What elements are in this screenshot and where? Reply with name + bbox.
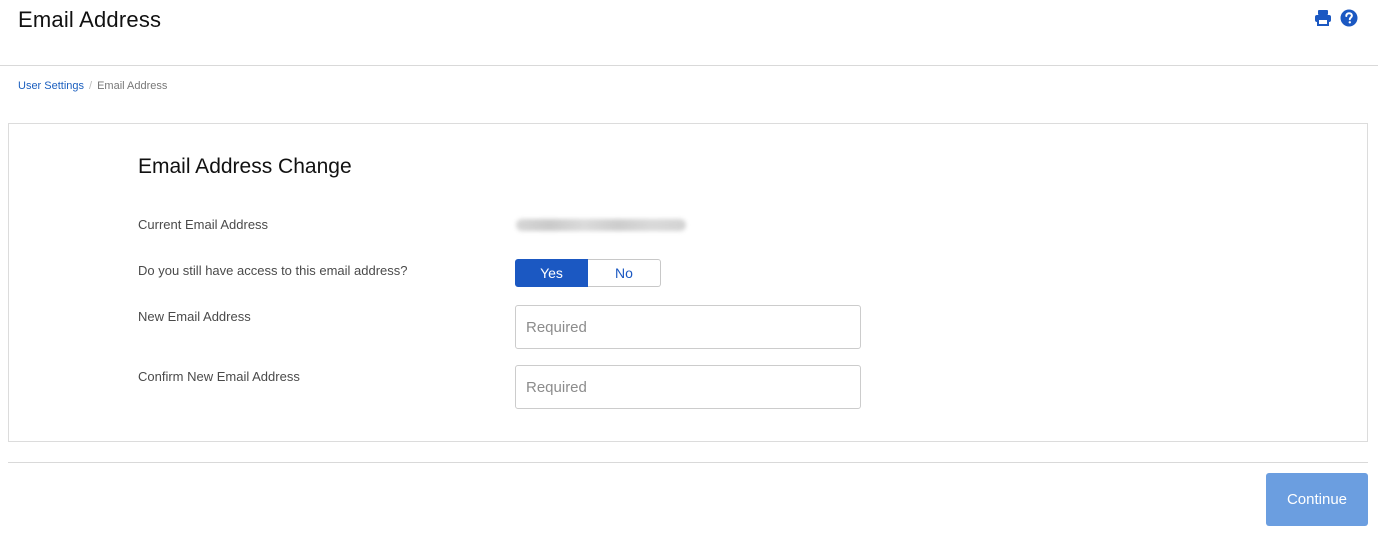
toggle-yes-button[interactable]: Yes — [515, 259, 588, 287]
current-email-value-redacted — [516, 219, 686, 231]
new-email-input[interactable] — [515, 305, 861, 349]
access-toggle: Yes No — [515, 259, 661, 287]
help-icon[interactable] — [1340, 9, 1358, 27]
breadcrumb-separator: / — [89, 80, 93, 92]
confirm-email-label: Confirm New Email Address — [138, 369, 300, 384]
toggle-no-button[interactable]: No — [588, 259, 661, 287]
form-title: Email Address Change — [138, 155, 352, 178]
continue-button[interactable]: Continue — [1266, 473, 1368, 526]
page-header: Email Address — [0, 0, 1378, 66]
breadcrumb-link-user-settings[interactable]: User Settings — [18, 80, 84, 92]
new-email-label: New Email Address — [138, 309, 251, 324]
print-icon[interactable] — [1314, 9, 1332, 27]
email-change-card: Email Address Change Current Email Addre… — [8, 123, 1368, 442]
current-email-label: Current Email Address — [138, 217, 269, 232]
breadcrumb-current: Email Address — [97, 80, 168, 92]
breadcrumb: User Settings / Email Address — [18, 80, 167, 92]
page-title: Email Address — [18, 7, 162, 32]
header-actions — [1314, 9, 1358, 27]
confirm-email-input[interactable] — [515, 365, 861, 409]
footer-divider — [8, 462, 1368, 463]
access-question-label: Do you still have access to this email a… — [138, 263, 408, 278]
